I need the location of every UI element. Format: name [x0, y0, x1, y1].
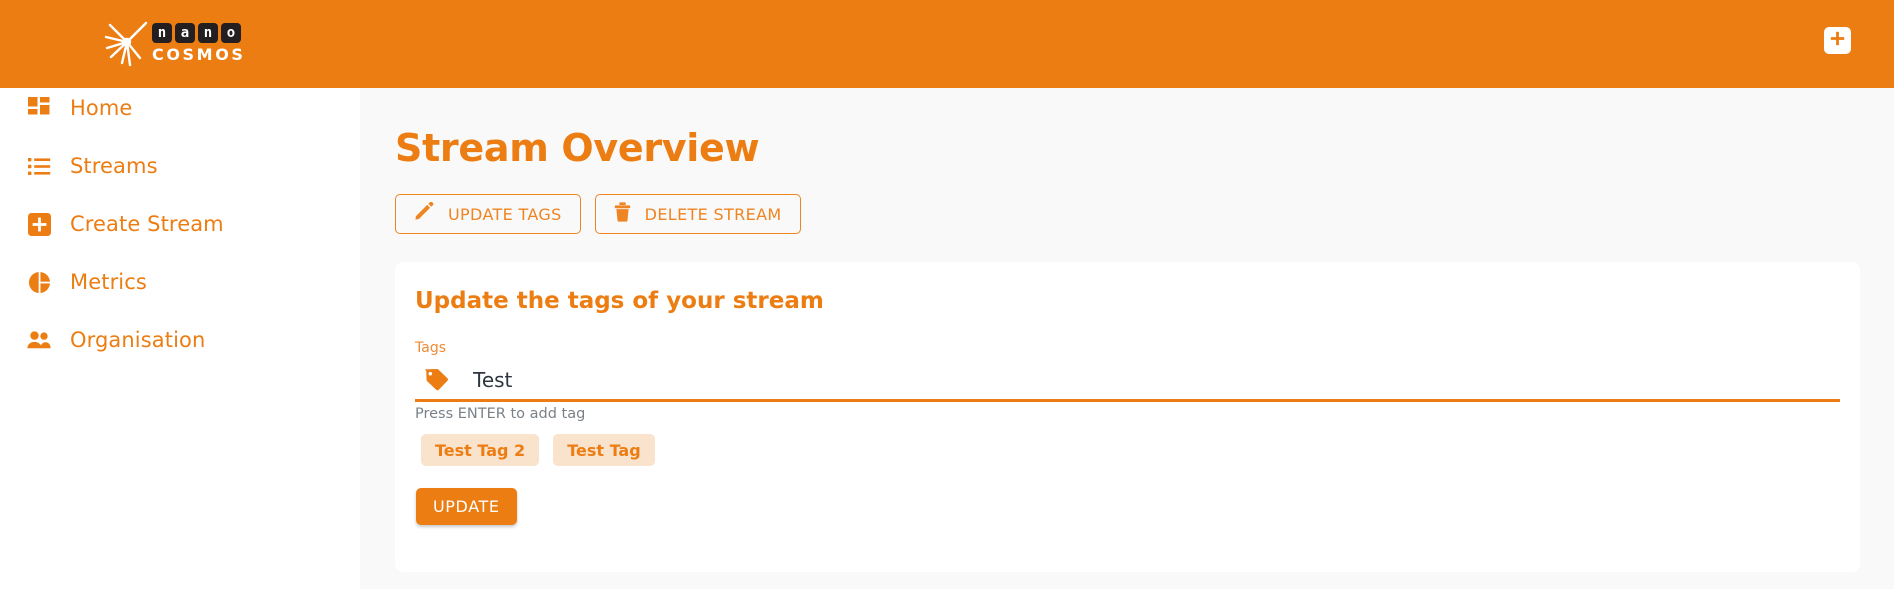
sidebar-item-label: Create Stream — [70, 212, 224, 236]
tag-chip[interactable]: Test Tag 2 — [421, 434, 540, 466]
logo-wordmark: n a n o COSMOS — [152, 23, 246, 63]
pencil-icon — [414, 201, 434, 227]
brand-logo[interactable]: n a n o COSMOS — [100, 12, 260, 74]
grid-dashboard-icon — [26, 95, 52, 121]
list-icon — [26, 153, 52, 179]
tag-icon — [419, 363, 453, 397]
sidebar-item-create-stream[interactable]: Create Stream — [26, 207, 326, 241]
logo-letter: a — [175, 23, 195, 43]
plus-square-icon — [26, 211, 52, 237]
tag-chip[interactable]: Test Tag — [553, 434, 655, 466]
logo-nano-letters: n a n o — [152, 23, 246, 43]
tags-input-row[interactable] — [415, 360, 1840, 402]
add-stream-button[interactable] — [1824, 27, 1851, 54]
sidebar-item-organisation[interactable]: Organisation — [26, 323, 326, 357]
sidebar-item-streams[interactable]: Streams — [26, 149, 326, 183]
delete-stream-button-label: DELETE STREAM — [644, 204, 782, 224]
update-button[interactable]: UPDATE — [416, 488, 517, 525]
update-tags-card: Update the tags of your stream Tags Pres… — [395, 262, 1860, 572]
page-title: Stream Overview — [395, 126, 760, 170]
card-title: Update the tags of your stream — [415, 288, 824, 314]
main-content: Stream Overview UPDATE TAGS DELETE STREA… — [360, 88, 1894, 589]
trash-icon — [614, 201, 631, 227]
sidebar-item-home[interactable]: Home — [26, 91, 326, 125]
nanocosmos-burst-logo — [100, 15, 156, 71]
sidebar-item-metrics[interactable]: Metrics — [26, 265, 326, 299]
sidebar-item-label: Metrics — [70, 270, 147, 294]
sidebar: Home Streams Create Stream Metrics Organ… — [0, 88, 360, 589]
tags-input-hint: Press ENTER to add tag — [415, 406, 586, 422]
logo-letter: o — [221, 23, 241, 43]
sidebar-item-label: Organisation — [70, 328, 206, 352]
top-header-bar: n a n o COSMOS — [0, 0, 1894, 88]
people-icon — [26, 327, 52, 353]
tag-chip-list: Test Tag 2 Test Tag — [421, 434, 655, 466]
sidebar-item-label: Streams — [70, 154, 158, 178]
logo-letter: n — [198, 23, 218, 43]
update-tags-button[interactable]: UPDATE TAGS — [395, 194, 581, 234]
logo-cosmos-text: COSMOS — [152, 45, 246, 64]
delete-stream-button[interactable]: DELETE STREAM — [594, 194, 801, 234]
sidebar-item-label: Home — [70, 96, 133, 120]
pie-chart-icon — [26, 269, 52, 295]
tags-input[interactable] — [473, 367, 1773, 392]
plus-icon — [1829, 30, 1846, 52]
update-tags-button-label: UPDATE TAGS — [448, 204, 562, 224]
tags-field-label: Tags — [415, 340, 446, 356]
page-action-buttons: UPDATE TAGS DELETE STREAM — [395, 194, 801, 234]
